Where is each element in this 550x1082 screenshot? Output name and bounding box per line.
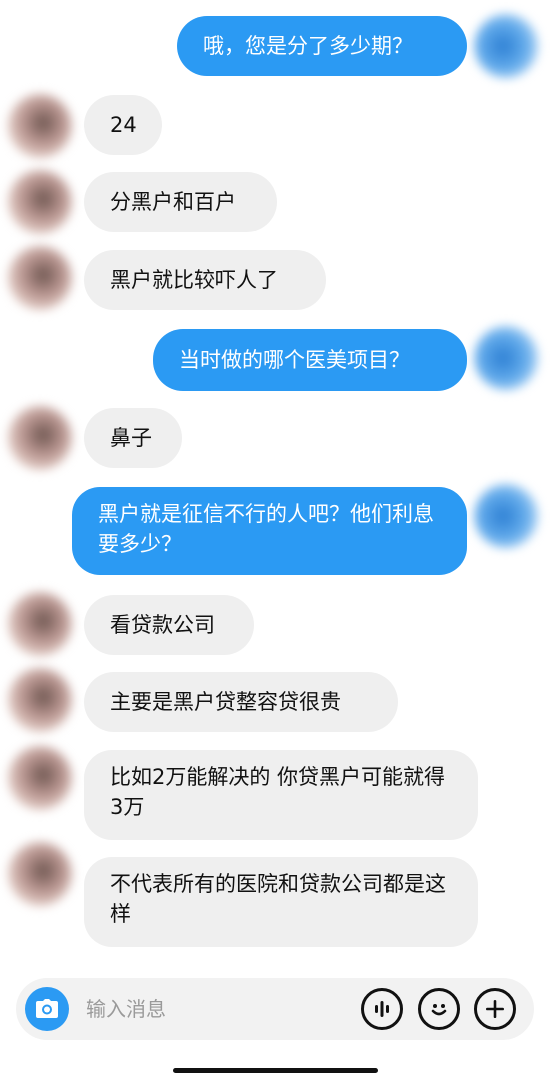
message-bubble-incoming[interactable]: 看贷款公司 — [84, 595, 254, 655]
message-text: 比如2万能解决的 你贷黑户可能就得3万 — [110, 765, 446, 819]
message-bubble-incoming[interactable]: 比如2万能解决的 你贷黑户可能就得3万 — [84, 750, 478, 840]
message-text: 分黑户和百户 — [110, 190, 236, 214]
emoji-button[interactable] — [418, 988, 460, 1030]
message-text: 不代表所有的医院和贷款公司都是这样 — [110, 872, 446, 926]
contact-avatar[interactable] — [8, 170, 72, 234]
home-indicator[interactable] — [173, 1068, 378, 1073]
message-text: 当时做的哪个医美项目？ — [179, 348, 410, 372]
my-avatar[interactable] — [474, 326, 538, 390]
plus-icon — [486, 1000, 504, 1018]
camera-button[interactable] — [25, 987, 69, 1031]
my-avatar[interactable] — [474, 14, 538, 78]
message-text: 主要是黑户贷整容贷很贵 — [110, 690, 341, 714]
message-text: 黑户就比较吓人了 — [110, 268, 278, 292]
message-text: 24 — [110, 113, 137, 137]
message-bubble-outgoing[interactable]: 黑户就是征信不行的人吧？他们利息要多少？ — [72, 487, 467, 575]
message-bubble-incoming[interactable]: 黑户就比较吓人了 — [84, 250, 326, 310]
message-bubble-outgoing[interactable]: 哦，您是分了多少期？ — [177, 16, 467, 76]
contact-avatar[interactable] — [8, 842, 72, 906]
my-avatar[interactable] — [474, 484, 538, 548]
smiley-icon — [431, 1004, 447, 1016]
message-text: 哦，您是分了多少期？ — [203, 34, 413, 58]
contact-avatar[interactable] — [8, 668, 72, 732]
message-input[interactable]: 输入消息 — [86, 994, 166, 1024]
message-bubble-incoming[interactable]: 不代表所有的医院和贷款公司都是这样 — [84, 857, 478, 947]
message-text: 看贷款公司 — [110, 613, 215, 637]
contact-avatar[interactable] — [8, 94, 72, 158]
message-text: 黑户就是征信不行的人吧？他们利息要多少？ — [98, 502, 434, 556]
camera-icon — [36, 999, 58, 1018]
message-bubble-incoming[interactable]: 分黑户和百户 — [84, 172, 277, 232]
message-text: 鼻子 — [110, 426, 152, 450]
voice-wave-icon — [375, 1001, 389, 1017]
contact-avatar[interactable] — [8, 746, 72, 810]
contact-avatar[interactable] — [8, 246, 72, 310]
contact-avatar[interactable] — [8, 406, 72, 470]
contact-avatar[interactable] — [8, 592, 72, 656]
message-bubble-incoming[interactable]: 24 — [84, 95, 162, 155]
message-bubble-outgoing[interactable]: 当时做的哪个医美项目？ — [153, 329, 467, 391]
more-button[interactable] — [474, 988, 516, 1030]
voice-button[interactable] — [361, 988, 403, 1030]
message-bubble-incoming[interactable]: 主要是黑户贷整容贷很贵 — [84, 672, 398, 732]
message-bubble-incoming[interactable]: 鼻子 — [84, 408, 182, 468]
message-input-bar: 输入消息 — [16, 978, 534, 1040]
